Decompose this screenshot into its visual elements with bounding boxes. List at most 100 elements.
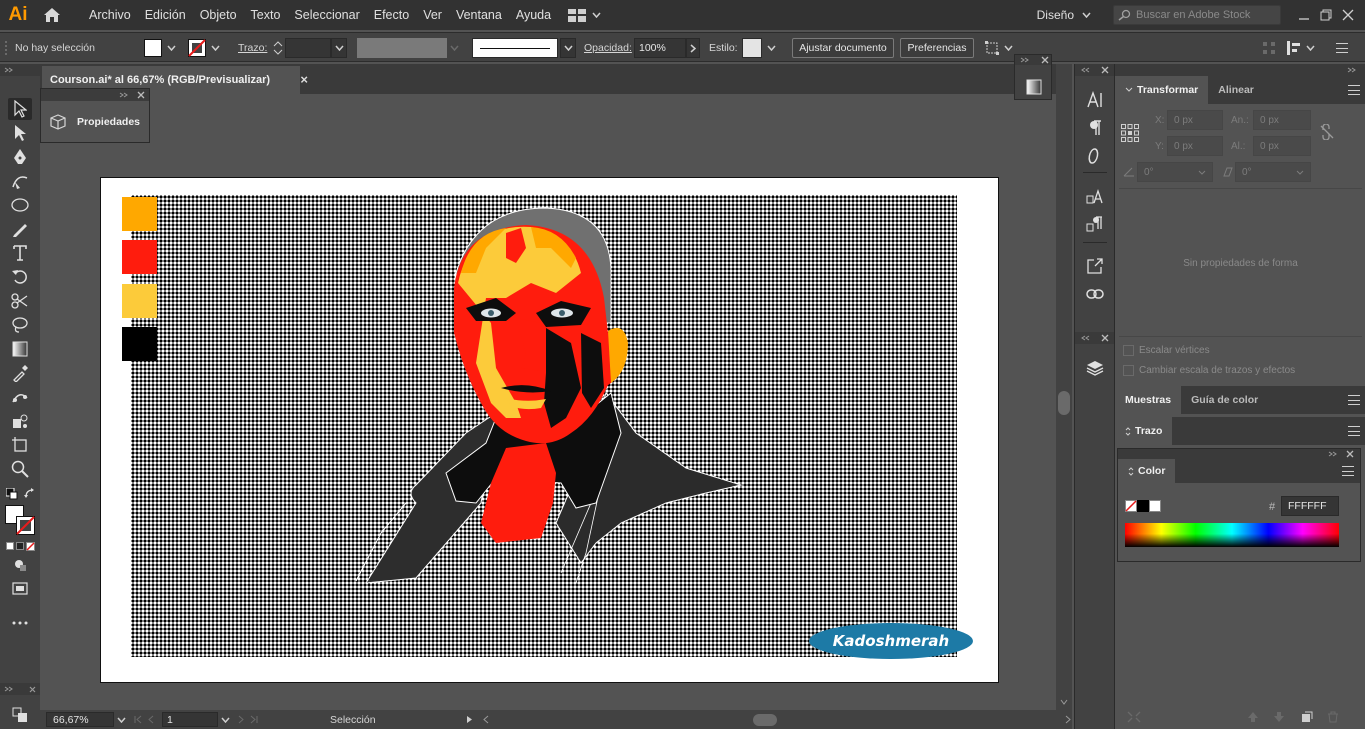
arrange-documents-button[interactable] xyxy=(568,8,601,22)
artboard-dropdown[interactable] xyxy=(218,710,232,729)
character-styles-button[interactable] xyxy=(1083,184,1107,208)
zoom-tool[interactable] xyxy=(8,458,32,480)
y-field[interactable]: 0 px xyxy=(1167,136,1223,156)
panel-layout-button[interactable] xyxy=(1286,33,1315,63)
close-window-button[interactable] xyxy=(1339,6,1357,24)
tab-transform[interactable]: Transformar xyxy=(1115,76,1209,104)
vertical-scroll-thumb[interactable] xyxy=(1058,391,1070,415)
stroke-weight-control[interactable] xyxy=(271,33,347,63)
scale-corners-checkbox[interactable] xyxy=(1123,345,1134,356)
horizontal-scroll-thumb[interactable] xyxy=(752,713,777,726)
layers-panel-button[interactable] xyxy=(1083,356,1107,380)
stroke-panel-menu[interactable] xyxy=(1348,426,1360,436)
tab-stroke[interactable]: Trazo xyxy=(1115,417,1173,445)
tab-swatches[interactable]: Muestras xyxy=(1115,386,1182,414)
lower-panel-grip[interactable] xyxy=(0,683,40,695)
fill-stroke-indicator[interactable] xyxy=(5,505,35,535)
swap-colors-button[interactable] xyxy=(24,488,36,503)
opentype-panel-button[interactable] xyxy=(1083,144,1107,168)
opacity-arrow[interactable] xyxy=(686,38,700,58)
zoom-level-field[interactable]: 66,67% xyxy=(46,712,114,727)
color-panel-menu[interactable] xyxy=(1342,466,1354,476)
artboard-tool[interactable] xyxy=(8,434,32,456)
icon-column-grip[interactable] xyxy=(1075,64,1114,76)
default-colors-button[interactable] xyxy=(5,487,18,503)
canvas-area[interactable]: Kadoshmerah xyxy=(40,94,1056,710)
layers-grip[interactable] xyxy=(1075,332,1115,344)
pen-tool[interactable] xyxy=(8,146,32,168)
constrain-proportions-button[interactable] xyxy=(1319,123,1335,143)
align-options-button[interactable] xyxy=(1262,33,1276,63)
paragraph-styles-button[interactable] xyxy=(1083,212,1107,236)
brush-dropdown[interactable] xyxy=(560,38,576,58)
menu-ver[interactable]: Ver xyxy=(416,0,449,30)
preferences-button[interactable]: Preferencias xyxy=(900,38,974,58)
menu-ventana[interactable]: Ventana xyxy=(449,0,509,30)
ellipse-tool[interactable] xyxy=(8,194,32,216)
variable-width-profile[interactable] xyxy=(357,33,461,63)
export-panel-button[interactable] xyxy=(1083,254,1107,278)
hex-color-field[interactable]: FFFFFF xyxy=(1281,496,1339,516)
transform-panel-menu[interactable] xyxy=(1348,85,1360,95)
minimize-button[interactable] xyxy=(1295,6,1313,24)
lasso-tool[interactable] xyxy=(8,314,32,336)
swatches-panel-menu[interactable] xyxy=(1348,395,1360,405)
stroke-weight-dropdown[interactable] xyxy=(331,38,347,58)
rotate-tool[interactable] xyxy=(8,266,32,288)
canvas-vertical-scrollbar[interactable] xyxy=(1056,64,1072,710)
scale-strokes-checkbox[interactable] xyxy=(1123,365,1134,376)
opacity-control[interactable]: 100% xyxy=(634,33,700,63)
fill-swatch[interactable] xyxy=(144,39,162,57)
selection-tool[interactable] xyxy=(8,98,32,120)
delete-swatch-button[interactable] xyxy=(1327,711,1339,726)
curvature-tool[interactable] xyxy=(8,170,32,192)
move-up-button[interactable] xyxy=(1247,711,1259,726)
workspace-switcher[interactable]: Diseño xyxy=(1037,8,1091,22)
color-quick-swatches[interactable] xyxy=(1125,500,1161,512)
graphic-style-swatch[interactable] xyxy=(742,38,762,58)
fill-dropdown[interactable] xyxy=(164,38,178,58)
color-panel-grip[interactable] xyxy=(1118,449,1360,459)
tab-align[interactable]: Alinear xyxy=(1208,76,1264,104)
gradient-mode-icon[interactable] xyxy=(16,542,24,550)
height-field[interactable]: 0 px xyxy=(1253,136,1311,156)
gradient-mini-header[interactable] xyxy=(1015,55,1051,65)
new-swatch-button[interactable] xyxy=(1301,711,1313,726)
stroke-weight-field[interactable] xyxy=(285,38,331,58)
color-spectrum[interactable] xyxy=(1125,523,1339,547)
fill-control[interactable] xyxy=(144,33,178,63)
graphic-style-control[interactable] xyxy=(742,33,778,63)
color-mode-icon[interactable] xyxy=(6,542,14,550)
brush-definition-control[interactable] xyxy=(472,33,576,63)
fit-document-button[interactable]: Ajustar documento xyxy=(792,38,894,58)
eyedropper-tool[interactable] xyxy=(8,362,32,384)
move-down-button[interactable] xyxy=(1273,711,1285,726)
menu-objeto[interactable]: Objeto xyxy=(193,0,244,30)
edit-toolbar-button[interactable] xyxy=(8,612,32,634)
menu-ayuda[interactable]: Ayuda xyxy=(509,0,558,30)
right-dock-grip[interactable] xyxy=(1115,64,1365,76)
variable-width-dropdown[interactable] xyxy=(447,38,461,58)
properties-popup-header[interactable] xyxy=(41,89,149,101)
artboards-panel-button[interactable] xyxy=(8,704,32,726)
paragraph-panel-button[interactable] xyxy=(1083,116,1107,140)
shear-angle-field[interactable]: 0° xyxy=(1235,162,1311,182)
home-button[interactable] xyxy=(36,0,68,30)
menu-efecto[interactable]: Efecto xyxy=(367,0,416,30)
character-panel-button[interactable] xyxy=(1083,88,1107,112)
rotate-angle-field[interactable]: 0° xyxy=(1137,162,1213,182)
tab-color-guide[interactable]: Guía de color xyxy=(1181,386,1268,414)
artboard-nav-next[interactable] xyxy=(238,715,258,724)
zoom-dropdown[interactable] xyxy=(114,710,128,729)
pencil-tool[interactable] xyxy=(8,218,32,240)
width-field[interactable]: 0 px xyxy=(1253,110,1311,130)
screen-mode-button[interactable] xyxy=(8,578,32,600)
direct-selection-tool[interactable] xyxy=(8,122,32,144)
stroke-color-dropdown[interactable] xyxy=(208,38,222,58)
menu-archivo[interactable]: Archivo xyxy=(82,0,138,30)
links-panel-button[interactable] xyxy=(1083,282,1107,306)
properties-button[interactable]: Propiedades xyxy=(41,101,149,143)
menu-edicion[interactable]: Edición xyxy=(138,0,193,30)
gradient-tool[interactable] xyxy=(8,338,32,360)
graphic-style-dropdown[interactable] xyxy=(764,38,778,58)
